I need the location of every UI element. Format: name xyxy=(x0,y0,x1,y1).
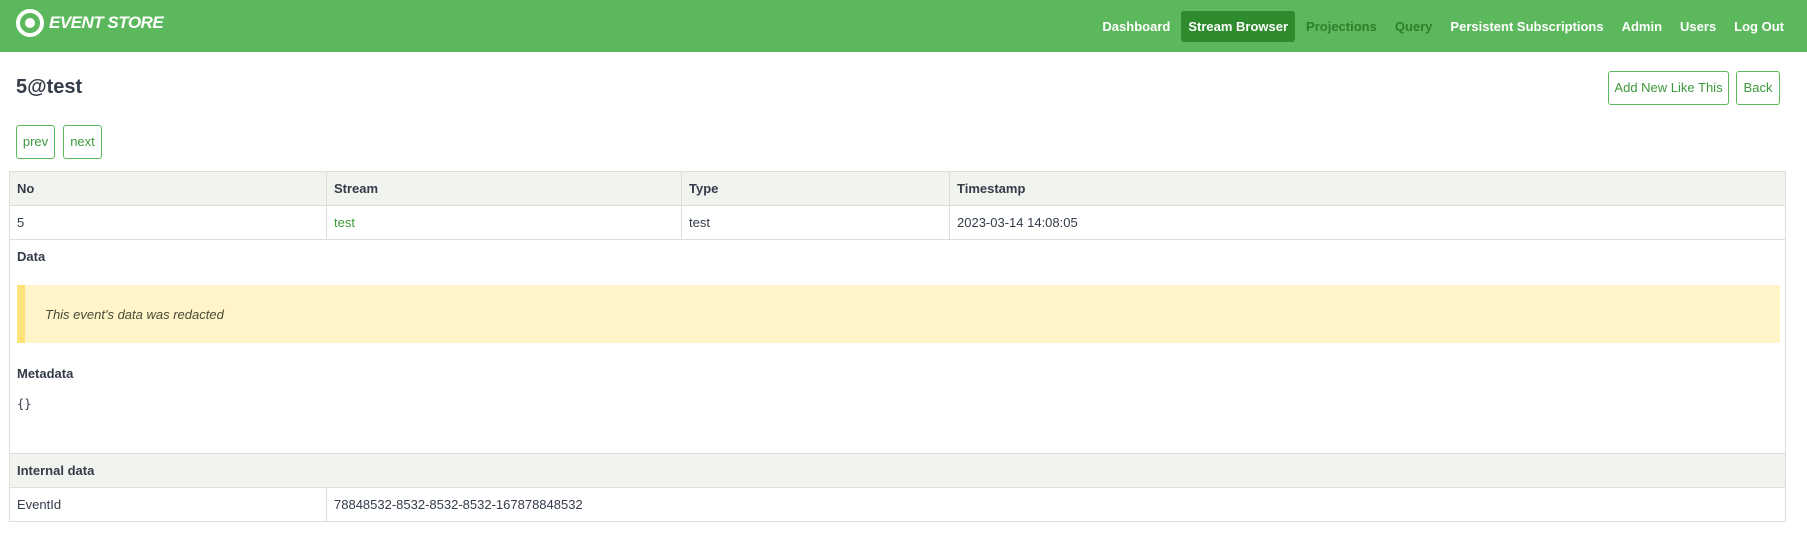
nav-log-out[interactable]: Log Out xyxy=(1727,11,1791,42)
back-button[interactable]: Back xyxy=(1736,71,1780,105)
event-id-value: 78848532-8532-8532-8532-167878848532 xyxy=(326,488,1785,521)
event-store-logo-icon xyxy=(16,9,44,37)
table-row: EventId 78848532-8532-8532-8532-16787884… xyxy=(10,488,1785,521)
main-nav: Dashboard Stream Browser Projections Que… xyxy=(1091,0,1791,52)
page-title: 5@test xyxy=(16,76,83,98)
internal-data-label: Internal data xyxy=(17,463,95,478)
column-header-stream: Stream xyxy=(326,172,681,205)
nav-projections[interactable]: Projections xyxy=(1299,11,1384,42)
column-header-no: No xyxy=(17,181,35,196)
next-button[interactable]: next xyxy=(63,125,102,159)
event-detail-panel: No Stream Type Timestamp 5 test test 202… xyxy=(9,171,1786,522)
metadata-label: Metadata xyxy=(17,366,74,381)
nav-dashboard[interactable]: Dashboard xyxy=(1095,11,1177,42)
column-header-type: Type xyxy=(681,172,949,205)
redacted-notice: This event's data was redacted xyxy=(17,285,1780,343)
prev-button[interactable]: prev xyxy=(16,125,55,159)
nav-query[interactable]: Query xyxy=(1388,11,1440,42)
top-navbar: EVENT STORE Dashboard Stream Browser Pro… xyxy=(0,0,1807,52)
nav-stream-browser[interactable]: Stream Browser xyxy=(1181,10,1296,42)
event-id-label: EventId xyxy=(17,497,62,512)
nav-users[interactable]: Users xyxy=(1673,11,1723,42)
event-timestamp: 2023-03-14 14:08:05 xyxy=(949,206,1785,239)
nav-admin[interactable]: Admin xyxy=(1615,11,1669,42)
internal-data-header: Internal data xyxy=(10,453,1785,488)
data-label: Data xyxy=(17,249,46,264)
column-header-timestamp: Timestamp xyxy=(949,172,1785,205)
logo-text: EVENT STORE xyxy=(49,13,164,32)
stream-link[interactable]: test xyxy=(334,215,355,230)
metadata-value: {} xyxy=(17,397,32,411)
add-new-like-this-button[interactable]: Add New Like This xyxy=(1608,71,1729,105)
event-type: test xyxy=(681,206,949,239)
table-row: 5 test test 2023-03-14 14:08:05 xyxy=(10,206,1785,240)
nav-persistent-subscriptions[interactable]: Persistent Subscriptions xyxy=(1443,11,1610,42)
table-header-row: No Stream Type Timestamp xyxy=(10,172,1785,206)
event-store-logo[interactable]: EVENT STORE xyxy=(16,7,164,39)
event-number: 5 xyxy=(17,215,25,230)
